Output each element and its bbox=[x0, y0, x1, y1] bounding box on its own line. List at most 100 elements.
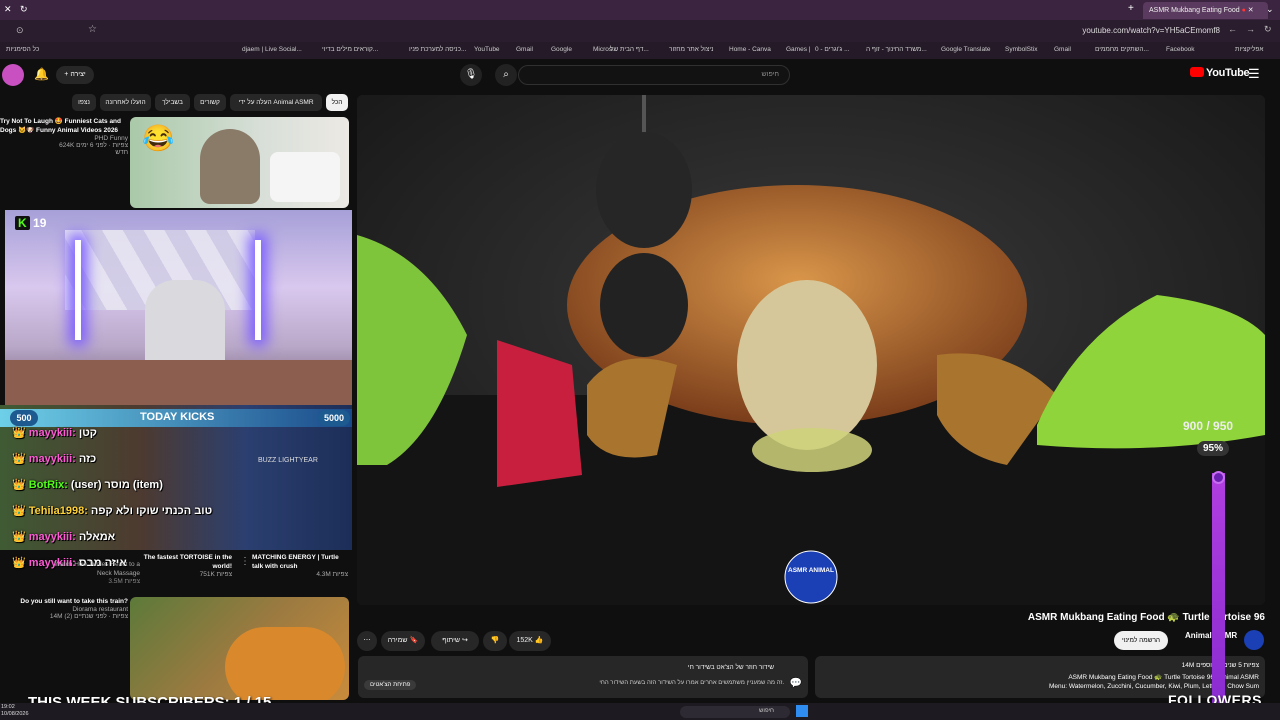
bookmark-item[interactable]: Facebook bbox=[1166, 46, 1195, 53]
browser-tab[interactable]: ASMR Mukbang Eating Food ● ✕ bbox=[1143, 2, 1268, 19]
refresh-icon[interactable]: ↻ bbox=[1264, 24, 1272, 35]
filter-chips: הכל העלה על ידי Animal ASMR קשורים בשביל… bbox=[0, 94, 352, 114]
chat-username: 👑 Tehila1998: bbox=[12, 505, 91, 517]
sidebar-video-1[interactable]: Try Not To Laugh 🤩 Funniest Cats and Dog… bbox=[0, 117, 128, 156]
chat-message: 👑 mayykiii: כזה bbox=[12, 452, 96, 465]
bookmark-item[interactable]: YouTube bbox=[474, 46, 500, 53]
turtle-head bbox=[737, 280, 877, 450]
bookmark-item[interactable]: Micros... bbox=[593, 46, 618, 53]
chip-watched[interactable]: נצפו bbox=[72, 94, 96, 111]
chat-icon: 💬 bbox=[789, 678, 802, 689]
more-options-icon[interactable]: ⋮ bbox=[240, 556, 250, 567]
clock-time: 19:02 bbox=[1, 704, 15, 710]
chat-message: 👑 mayykiii: אמאלה bbox=[12, 530, 115, 543]
dislike-button[interactable]: 👎 bbox=[483, 631, 507, 651]
bookmark-item[interactable]: משרד החינוך - זוף ה... bbox=[866, 46, 927, 53]
thumbnail-train-cat[interactable] bbox=[130, 597, 349, 700]
chat-text: כזה bbox=[78, 453, 97, 465]
video-frame bbox=[357, 95, 1265, 605]
bookmark-item[interactable]: השתקים מחממים... bbox=[1095, 46, 1149, 53]
bookmark-item[interactable]: Gmail bbox=[516, 46, 533, 53]
bookmark-item[interactable]: Home - Canva bbox=[729, 46, 771, 53]
cat-shape bbox=[225, 627, 345, 700]
bookmark-item[interactable]: djaem | Live Social... bbox=[242, 46, 302, 53]
video-title: Do you still want to take this train? bbox=[20, 598, 128, 605]
chip-for-you[interactable]: בשבילך bbox=[155, 94, 190, 111]
windows-start-icon[interactable] bbox=[796, 705, 808, 717]
bookmark-item[interactable]: כל הסימניות bbox=[6, 46, 39, 53]
bookmark-item[interactable]: Games | bbox=[786, 46, 810, 53]
video-meta: 3.5M צפיות bbox=[108, 578, 140, 585]
video-meta: 4.3M צפיות bbox=[316, 571, 348, 578]
chat-message: 👑 mayykiii: קטן bbox=[12, 426, 97, 439]
save-button[interactable]: שמירה 🔖 bbox=[381, 631, 425, 651]
avatar[interactable] bbox=[2, 64, 24, 86]
close-window-icon[interactable]: ✕ bbox=[4, 4, 12, 15]
neon-light-left bbox=[75, 240, 81, 340]
reload-icon[interactable]: ↻ bbox=[20, 4, 28, 15]
create-button[interactable]: + יצירה bbox=[56, 66, 94, 84]
bookmark-item[interactable]: ג'וגרים - 0 ... bbox=[815, 46, 850, 53]
menu-icon[interactable]: ☰ bbox=[1248, 66, 1260, 82]
like-button[interactable]: 152K 👍 bbox=[509, 631, 551, 651]
taskbar-search[interactable]: חיפוש bbox=[680, 706, 790, 718]
site-info-icon[interactable]: ⊙ bbox=[16, 25, 24, 36]
star-icon[interactable]: ☆ bbox=[88, 24, 97, 35]
chat-username: 👑 mayykiii: bbox=[12, 453, 79, 465]
chat-replay-note: זה מה שמעניין משתמשים אחרים אמרו על השיד… bbox=[599, 680, 784, 686]
subscribe-button[interactable]: הרשמה למינוי bbox=[1114, 631, 1168, 650]
bookmark-item[interactable]: קוראים מילים בדיוי... bbox=[322, 46, 378, 53]
chip-all[interactable]: הכל bbox=[326, 94, 348, 111]
voice-search-icon[interactable]: 🎙 bbox=[460, 64, 482, 86]
chat-overlay: 👑 mayykiii: קטן 👑 mayykiii: כזה 👑 BotRix: … bbox=[0, 420, 352, 570]
bookmark-item[interactable]: Gmail bbox=[1054, 46, 1071, 53]
chat-message: 👑 Tehila1998: טוב הכנתי שוקו ולא קפה bbox=[12, 504, 212, 517]
stream-volume-knob bbox=[1212, 471, 1225, 484]
back-icon[interactable]: ← bbox=[1228, 24, 1237, 34]
search-icon[interactable]: ⌕ bbox=[495, 64, 517, 86]
bookmark-item[interactable]: ניצול אתר מחזור bbox=[669, 46, 714, 53]
microphone-top bbox=[596, 132, 692, 248]
video-player[interactable]: ASMR ANIMAL 900 / 950 95% bbox=[357, 95, 1265, 605]
video-meta: 624K צפיות · לפני 6 ימים bbox=[59, 142, 128, 149]
video-title: The fastest TORTOISE in the world! bbox=[143, 554, 232, 570]
chip-related[interactable]: קשורים bbox=[194, 94, 226, 111]
like-count: 152K bbox=[516, 637, 533, 644]
bookmark-item[interactable]: Google bbox=[551, 46, 572, 53]
taskbar: 19:02 10/08/2026 חיפוש bbox=[0, 703, 1280, 720]
clock-date: 10/08/2026 bbox=[1, 711, 29, 717]
stream-volume-bar bbox=[1212, 473, 1225, 703]
share-button[interactable]: שיתוף ↪ bbox=[431, 631, 479, 651]
tab-title: ASMR Mukbang Eating Food bbox=[1149, 7, 1240, 14]
more-actions-button[interactable]: ⋯ bbox=[357, 631, 377, 651]
video-actions: ⋯ שמירה 🔖 שיתוף ↪ 👎 152K 👍 bbox=[357, 631, 857, 651]
channel-name: Diorama restaurant bbox=[72, 606, 128, 613]
chat-username: 👑 BotRix: bbox=[12, 479, 71, 491]
bookmark-item[interactable]: SymbolStix bbox=[1005, 46, 1038, 53]
chip-recent[interactable]: הועלו לאחרונה bbox=[100, 94, 151, 111]
channel-avatar[interactable] bbox=[1244, 630, 1264, 650]
sidebar-video-4[interactable]: Watch How Turtles React to a Neck Massag… bbox=[50, 560, 140, 585]
search-input[interactable]: חיפוש bbox=[518, 65, 790, 85]
notifications-icon[interactable]: 🔔 bbox=[34, 67, 49, 81]
youtube-logo[interactable]: YouTube bbox=[1190, 67, 1250, 79]
asmr-animal-logo bbox=[784, 550, 838, 604]
sidebar-video-2[interactable]: The fastest TORTOISE in the world! 751K … bbox=[140, 553, 232, 578]
thumbnail-cat-toilet[interactable]: 😂 bbox=[130, 117, 349, 208]
open-chat-button[interactable]: פתיחת הצ'אטים bbox=[364, 680, 417, 690]
bookmark-item[interactable]: Google Translate bbox=[941, 46, 991, 53]
video-title: MATCHING ENERGY | Turtle talk with crush bbox=[252, 554, 339, 570]
chat-text: (user) מוסר (item) bbox=[70, 479, 163, 491]
url-field[interactable]: youtube.com/watch?v=YH5aCEmomf8 bbox=[1040, 24, 1220, 38]
sidebar-video-5[interactable]: Do you still want to take this train? Di… bbox=[0, 597, 128, 620]
forward-icon[interactable]: → bbox=[1246, 24, 1255, 34]
floor bbox=[5, 360, 352, 405]
bookmark-item[interactable]: כניסה למערכת פניו... bbox=[409, 46, 466, 53]
chat-username: 👑 mayykiii: bbox=[12, 427, 79, 439]
chip-uploaded-by[interactable]: העלה על ידי Animal ASMR bbox=[230, 94, 322, 111]
save-label: שמירה bbox=[387, 637, 408, 644]
bookmark-item[interactable]: אפליקציות bbox=[1235, 46, 1263, 53]
new-tab-icon[interactable]: + bbox=[1128, 3, 1134, 14]
chat-text: טוב הכנתי שוקו ולא קפה bbox=[90, 505, 213, 517]
sidebar-video-3[interactable]: MATCHING ENERGY | Turtle talk with crush… bbox=[252, 553, 348, 578]
